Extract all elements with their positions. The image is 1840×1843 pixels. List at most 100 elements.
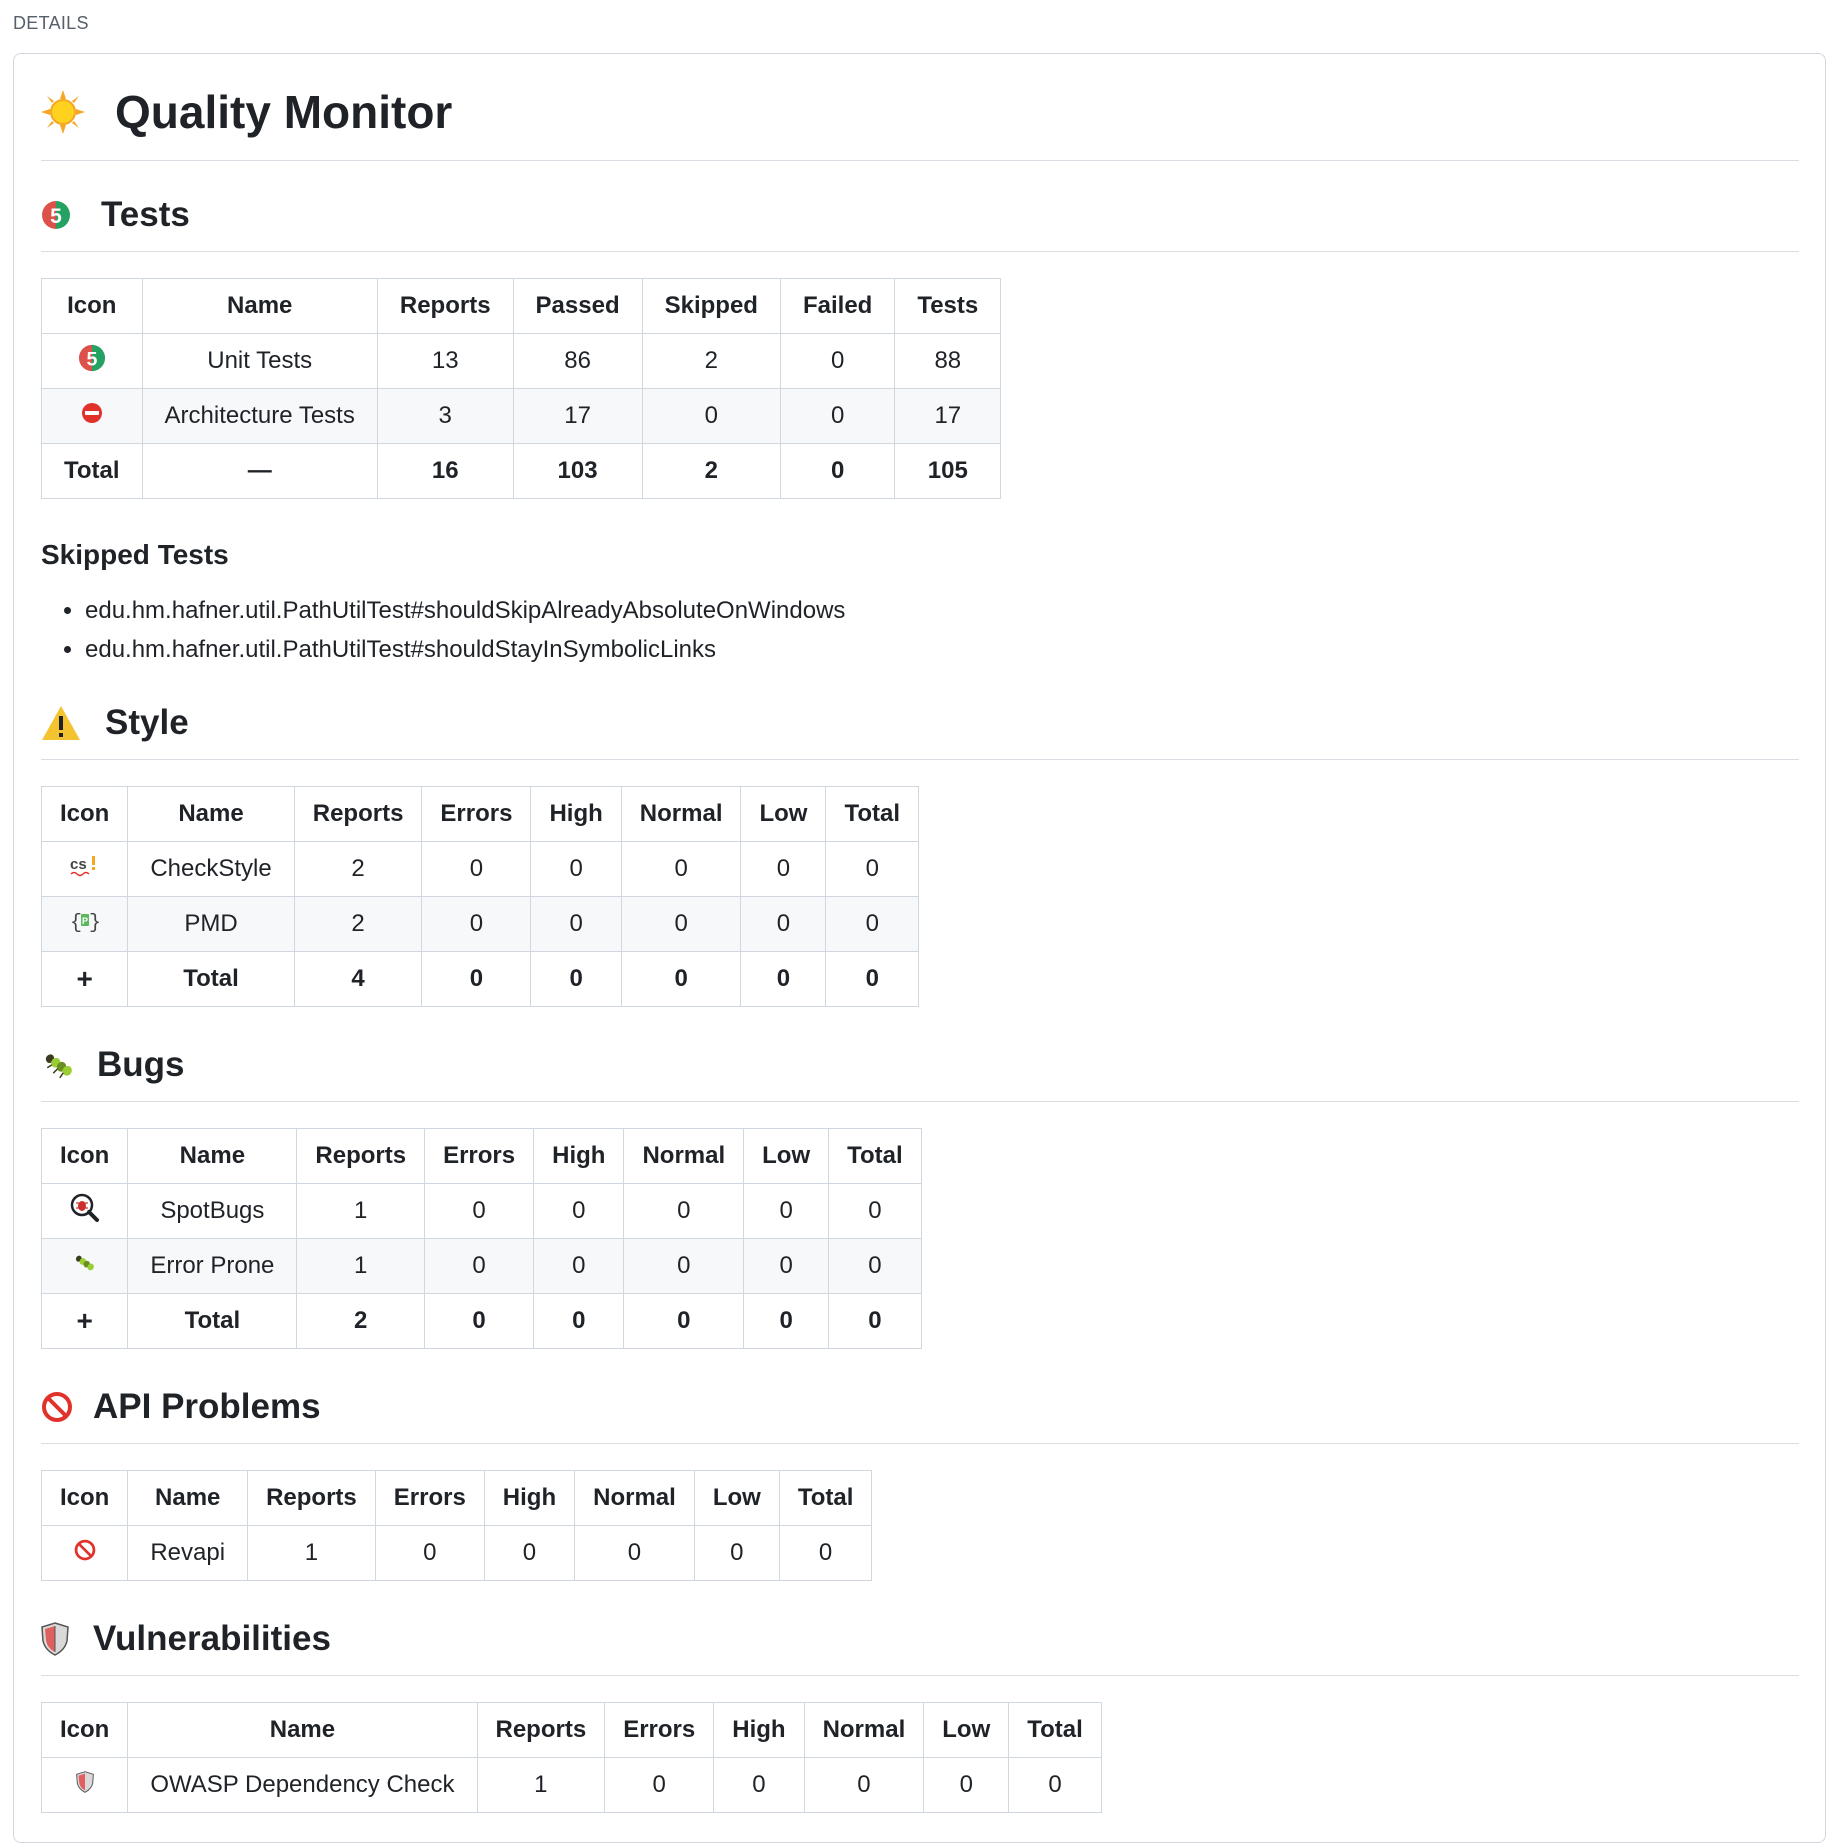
- name-cell: Architecture Tests: [141, 388, 378, 444]
- reports-cell: 1: [296, 1183, 426, 1239]
- skipped-cell: 0: [641, 388, 781, 444]
- total-cell: 0: [828, 1293, 922, 1349]
- svg-text:5: 5: [50, 205, 62, 228]
- low-cell: 0: [693, 1525, 780, 1581]
- errors-cell: 0: [421, 896, 532, 952]
- section-heading-bugs: Bugs: [41, 1029, 1799, 1102]
- details-label: DETAILS: [13, 13, 89, 33]
- svg-text:cs: cs: [70, 856, 87, 873]
- reports-cell: 13: [376, 333, 514, 389]
- icon-cell: [40, 1238, 129, 1294]
- icon-cell: [40, 1757, 129, 1813]
- svg-text:5: 5: [86, 348, 97, 370]
- column-header: Icon: [40, 1470, 129, 1526]
- bug-icon: [41, 1049, 77, 1081]
- skipped-tests-heading: Skipped Tests: [41, 539, 229, 570]
- warning-icon: [41, 705, 81, 741]
- icon-cell: cs: [40, 841, 129, 897]
- reports-cell: 3: [376, 388, 514, 444]
- section-heading-api-problems: API Problems: [41, 1371, 1799, 1444]
- bug-icon: [72, 1252, 98, 1274]
- title-text: Quality Monitor: [115, 86, 453, 138]
- normal-cell: 0: [623, 1238, 745, 1294]
- table-total-row: Total — 16 103 2 0 105: [41, 443, 1002, 499]
- high-cell: 0: [483, 1525, 576, 1581]
- name-cell: CheckStyle: [127, 841, 295, 897]
- column-header: High: [533, 1128, 625, 1184]
- column-header: Reports: [376, 278, 514, 334]
- total-cell: 0: [828, 1238, 922, 1294]
- column-header: Reports: [296, 1128, 426, 1184]
- reports-cell: 4: [293, 951, 423, 1007]
- failed-cell: 0: [779, 443, 896, 499]
- no-entry-icon: [81, 402, 103, 424]
- prohibited-icon: [41, 1391, 73, 1423]
- column-header: Low: [740, 786, 827, 842]
- name-cell: —: [141, 443, 378, 499]
- reports-cell: 1: [247, 1525, 376, 1581]
- reports-cell: 1: [296, 1238, 426, 1294]
- checkstyle-icon: cs: [70, 854, 100, 878]
- svg-text:}: }: [89, 912, 100, 934]
- errors-cell: 0: [374, 1525, 485, 1581]
- style-table: Icon Name Reports Errors High Normal Low…: [40, 786, 920, 1007]
- column-header: Passed: [512, 278, 643, 334]
- column-header: Normal: [803, 1702, 925, 1758]
- icon-cell: [40, 1183, 129, 1239]
- high-cell: 0: [533, 1293, 625, 1349]
- column-header: Icon: [41, 278, 143, 334]
- column-header: Normal: [574, 1470, 695, 1526]
- table-row: Architecture Tests 3 17 0 0 17: [41, 388, 1002, 444]
- column-header: Errors: [421, 786, 532, 842]
- table-header-row: Icon Name Reports Passed Skipped Failed …: [41, 278, 1002, 334]
- junit5-icon: 5: [78, 344, 106, 372]
- column-header: Icon: [40, 786, 129, 842]
- column-header: High: [483, 1470, 576, 1526]
- total-cell: 0: [828, 1183, 922, 1239]
- table-row: cs CheckStyle 2 0 0 0 0 0: [40, 841, 920, 897]
- low-cell: 0: [743, 1293, 830, 1349]
- tests-cell: 88: [894, 333, 1002, 389]
- reports-cell: 16: [376, 443, 514, 499]
- column-header: Total: [825, 786, 920, 842]
- column-header: Normal: [620, 786, 742, 842]
- errors-cell: 0: [604, 1757, 715, 1813]
- low-cell: 0: [740, 896, 827, 952]
- column-header: Icon: [40, 1128, 129, 1184]
- column-header: Low: [743, 1128, 830, 1184]
- normal-cell: 0: [574, 1525, 695, 1581]
- section-title: Bugs: [97, 1045, 185, 1084]
- svg-text:{: {: [70, 912, 82, 934]
- reports-cell: 2: [293, 841, 423, 897]
- total-cell: 0: [825, 841, 920, 897]
- normal-cell: 0: [803, 1757, 925, 1813]
- sun-icon: [41, 90, 85, 134]
- details-panel: Quality Monitor 5 Tests Icon Name Report…: [13, 53, 1826, 1843]
- column-header: Low: [693, 1470, 780, 1526]
- section-heading-vulnerabilities: Vulnerabilities: [41, 1603, 1799, 1676]
- table-row: Error Prone 1 0 0 0 0 0: [40, 1238, 922, 1294]
- low-cell: 0: [743, 1183, 830, 1239]
- plus-icon: +: [40, 1293, 129, 1349]
- plus-icon: +: [40, 951, 129, 1007]
- api-problems-table: Icon Name Reports Errors High Normal Low…: [40, 1470, 873, 1581]
- pmd-icon: { } P: [70, 908, 100, 934]
- name-cell: Total: [127, 1293, 298, 1349]
- name-cell: SpotBugs: [127, 1183, 298, 1239]
- column-header: Name: [127, 1702, 478, 1758]
- failed-cell: 0: [779, 388, 896, 444]
- high-cell: 0: [533, 1183, 625, 1239]
- name-cell: PMD: [127, 896, 295, 952]
- column-header: High: [530, 786, 622, 842]
- errors-cell: 0: [424, 1293, 535, 1349]
- table-header-row: Icon Name Reports Errors High Normal Low…: [40, 1702, 1102, 1758]
- prohibited-icon: [74, 1539, 96, 1561]
- section-title: API Problems: [93, 1387, 321, 1426]
- icon-cell: [40, 1525, 129, 1581]
- high-cell: 0: [530, 841, 622, 897]
- section-title: Vulnerabilities: [93, 1619, 331, 1658]
- table-header-row: Icon Name Reports Errors High Normal Low…: [40, 1470, 873, 1526]
- table-row: { } P PMD 2 0 0 0 0 0: [40, 896, 920, 952]
- column-header: Skipped: [641, 278, 781, 334]
- failed-cell: 0: [779, 333, 896, 389]
